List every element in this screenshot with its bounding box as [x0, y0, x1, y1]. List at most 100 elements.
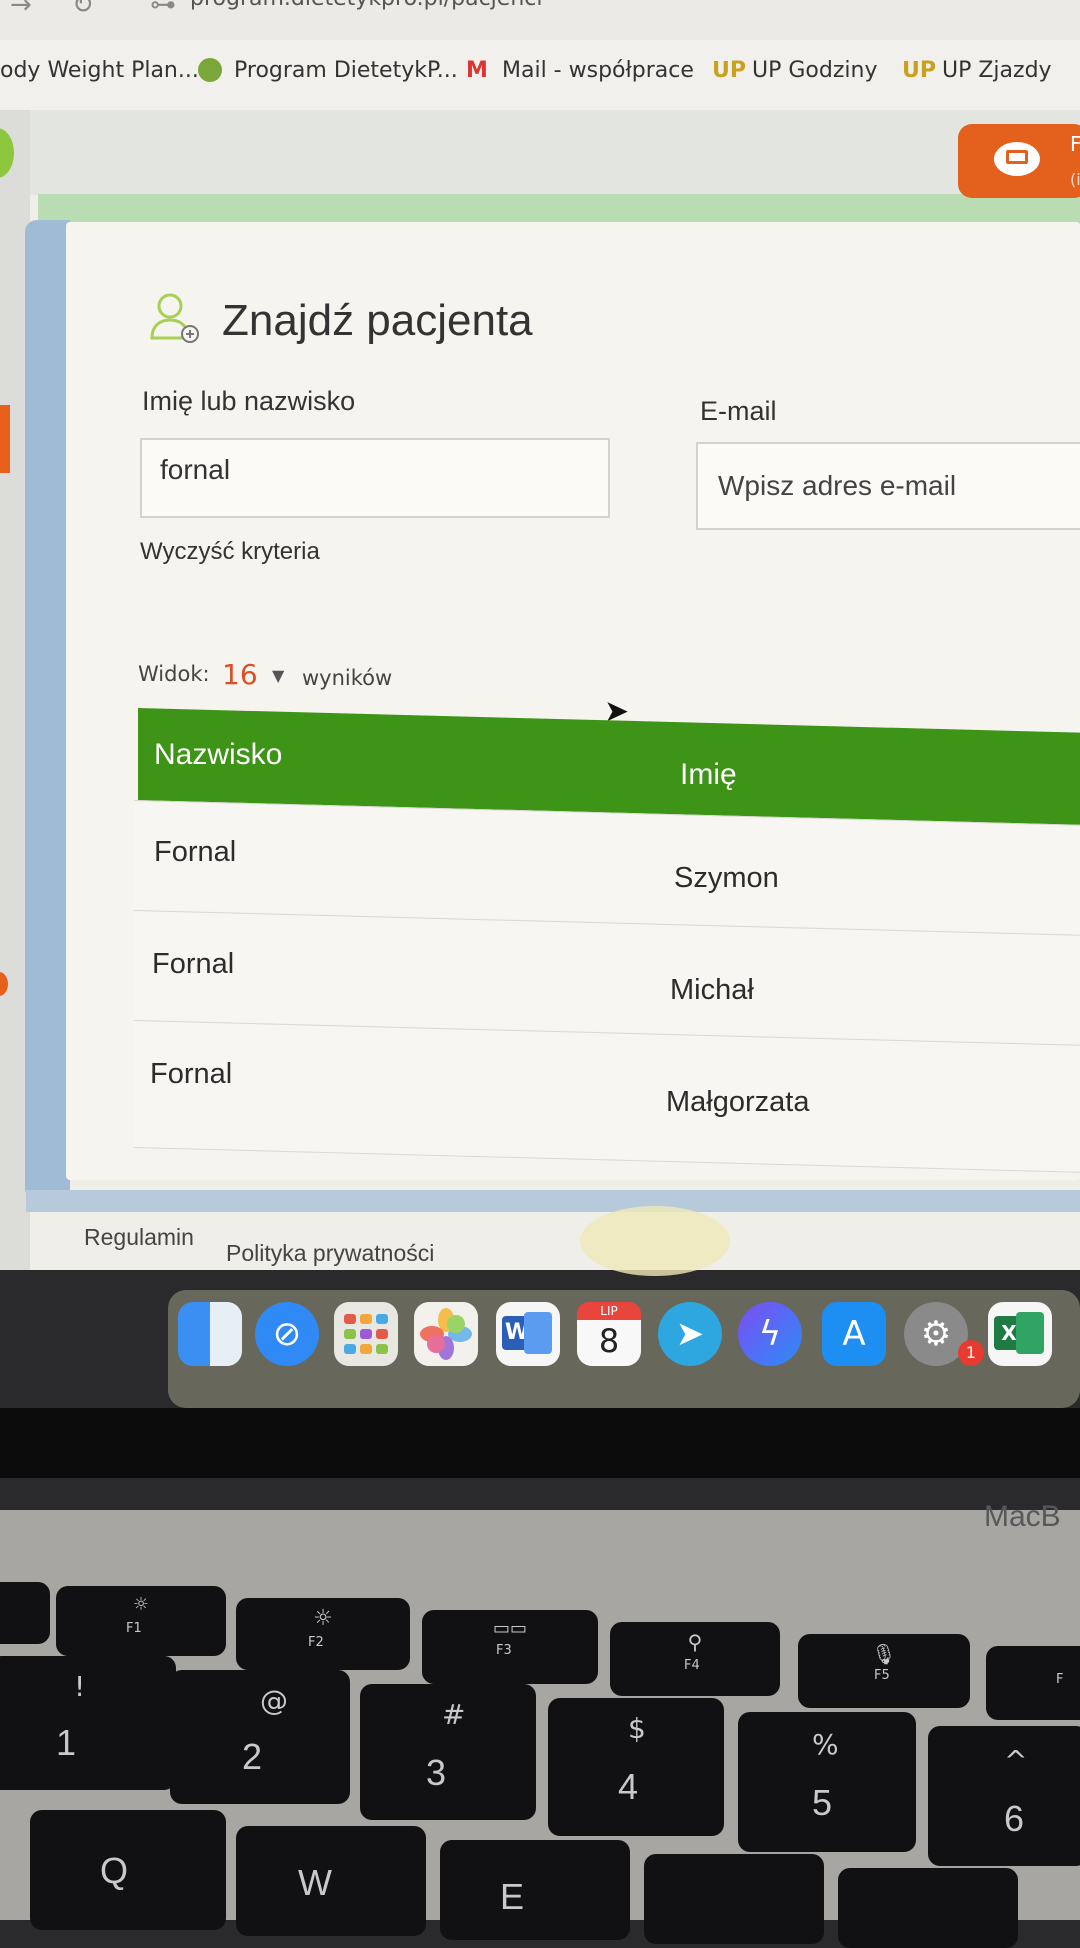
key-t[interactable]: [838, 1868, 1018, 1948]
key-2[interactable]: @ 2: [170, 1670, 350, 1804]
footer-terms-link[interactable]: Regulamin: [84, 1224, 194, 1251]
caret-down-icon[interactable]: ▼: [272, 666, 284, 685]
key-f3[interactable]: ▭▭ F3: [422, 1610, 598, 1684]
present-button-label: F: [1070, 132, 1080, 156]
key-6[interactable]: ^ 6: [928, 1726, 1080, 1866]
telegram-icon[interactable]: ➤: [658, 1302, 722, 1366]
app-store-icon[interactable]: A: [822, 1302, 886, 1366]
url-text[interactable]: program.dietetykpro.pl/pacjenci: [190, 0, 542, 11]
key-5-symbol: %: [812, 1728, 839, 1761]
key-f1-label: F1: [126, 1621, 142, 1636]
laptop-bezel: [0, 1408, 1080, 1478]
monitor-icon: [994, 142, 1040, 176]
key-q-label: Q: [100, 1850, 129, 1891]
key-f6-label: F: [1056, 1672, 1064, 1687]
key-4-digit: 4: [618, 1766, 639, 1807]
bookmark-weight-plan[interactable]: ody Weight Plan...: [0, 58, 199, 83]
dietetyk-icon: [198, 58, 222, 82]
cell-first-name[interactable]: Szymon: [674, 862, 779, 895]
view-label: Widok:: [138, 662, 210, 686]
brightness-down-icon: ☼: [132, 1594, 150, 1615]
page-title: Znajdź pacjenta: [222, 296, 533, 345]
key-f5[interactable]: 🎙 F5: [798, 1634, 970, 1708]
decor-band: [25, 220, 70, 1200]
key-w-label: W: [298, 1862, 332, 1903]
bookmark-up-zjazdy[interactable]: UP Zjazdy: [942, 58, 1052, 83]
brightness-up-icon: ☼: [313, 1606, 333, 1631]
finder-icon[interactable]: [178, 1302, 242, 1366]
key-f6[interactable]: F: [986, 1646, 1080, 1720]
key-1[interactable]: ! 1: [0, 1656, 176, 1790]
up-logo-icon: ᑌP: [902, 58, 936, 83]
table-row[interactable]: [134, 1020, 1080, 1173]
word-icon[interactable]: W: [496, 1302, 560, 1366]
present-button-sublabel: (i: [1070, 170, 1080, 189]
key-f4[interactable]: ⚲ F4: [610, 1622, 780, 1696]
cell-surname[interactable]: Fornal: [152, 948, 234, 981]
key-5[interactable]: % 5: [738, 1712, 916, 1852]
email-field-label: E-mail: [700, 396, 777, 426]
key-6-digit: 6: [1004, 1798, 1025, 1839]
site-info-icon[interactable]: ⊶: [150, 0, 176, 20]
cell-surname[interactable]: Fornal: [154, 836, 236, 869]
key-3-digit: 3: [426, 1752, 447, 1793]
photos-icon[interactable]: [414, 1302, 478, 1366]
calendar-day: 8: [598, 1322, 620, 1360]
cell-first-name[interactable]: Michał: [670, 974, 754, 1007]
bookmark-up-godziny[interactable]: UP Godziny: [752, 58, 877, 83]
key-f1[interactable]: ☼ F1: [56, 1586, 226, 1656]
launchpad-icon[interactable]: [334, 1302, 398, 1366]
key-f2-label: F2: [308, 1635, 324, 1650]
key-4[interactable]: $ 4: [548, 1698, 724, 1836]
calendar-icon[interactable]: LIP 8: [577, 1302, 641, 1366]
mission-control-icon: ▭▭: [492, 1618, 527, 1639]
column-header-surname[interactable]: Nazwisko: [154, 738, 282, 772]
key-3[interactable]: # 3: [360, 1684, 536, 1820]
name-field-label: Imię lub nazwisko: [142, 386, 356, 416]
key-3-symbol: #: [442, 1698, 466, 1731]
footer-privacy-link[interactable]: Polityka prywatności: [226, 1240, 434, 1267]
key-esc[interactable]: [0, 1582, 50, 1644]
key-f5-label: F5: [874, 1668, 890, 1683]
key-q[interactable]: Q: [30, 1810, 226, 1930]
settings-badge: 1: [958, 1340, 984, 1366]
top-header: [30, 110, 1080, 195]
gmail-icon: M: [466, 58, 488, 83]
sidebar-active-item[interactable]: [0, 405, 10, 473]
key-1-symbol: !: [74, 1670, 86, 1703]
name-search-value: fornal: [160, 454, 231, 485]
forward-icon[interactable]: →: [10, 0, 32, 20]
footer-band: [580, 1206, 730, 1276]
column-header-first-name[interactable]: Imię: [680, 758, 737, 792]
cell-first-name[interactable]: Małgorzata: [666, 1086, 809, 1119]
cell-surname[interactable]: Fornal: [150, 1058, 232, 1091]
email-search-placeholder: Wpisz adres e-mail: [718, 470, 957, 501]
laptop-brand: MacB: [984, 1500, 1061, 1533]
up-logo-icon: ᑌP: [712, 58, 746, 83]
clear-criteria-link[interactable]: Wyczyść kryteria: [140, 538, 320, 566]
key-e-label: E: [500, 1876, 525, 1917]
bookmark-mail[interactable]: Mail - współprace: [502, 58, 694, 83]
results-per-page-select[interactable]: 16: [222, 658, 258, 691]
key-f3-label: F3: [496, 1643, 512, 1658]
key-2-digit: 2: [242, 1736, 263, 1777]
microphone-icon: 🎙: [871, 1642, 897, 1666]
add-user-icon: [150, 293, 199, 343]
key-e[interactable]: E: [440, 1840, 630, 1940]
key-f4-label: F4: [684, 1658, 700, 1673]
results-suffix: wyników: [302, 666, 393, 690]
key-r[interactable]: [644, 1854, 824, 1944]
messenger-icon[interactable]: ϟ: [738, 1302, 802, 1366]
footer-band: [26, 1190, 1080, 1212]
reload-icon[interactable]: ↻: [72, 0, 94, 20]
key-5-digit: 5: [812, 1782, 833, 1823]
bookmark-dietetyk[interactable]: Program DietetykP...: [234, 58, 458, 83]
safari-icon[interactable]: ⊘: [255, 1302, 319, 1366]
excel-icon[interactable]: X: [988, 1302, 1052, 1366]
key-f2[interactable]: ☼ F2: [236, 1598, 410, 1670]
calendar-month: LIP: [577, 1302, 641, 1320]
key-1-digit: 1: [56, 1722, 77, 1763]
decor-band: [38, 194, 1080, 224]
search-icon: ⚲: [687, 1630, 703, 1654]
key-6-symbol: ^: [1004, 1744, 1028, 1777]
